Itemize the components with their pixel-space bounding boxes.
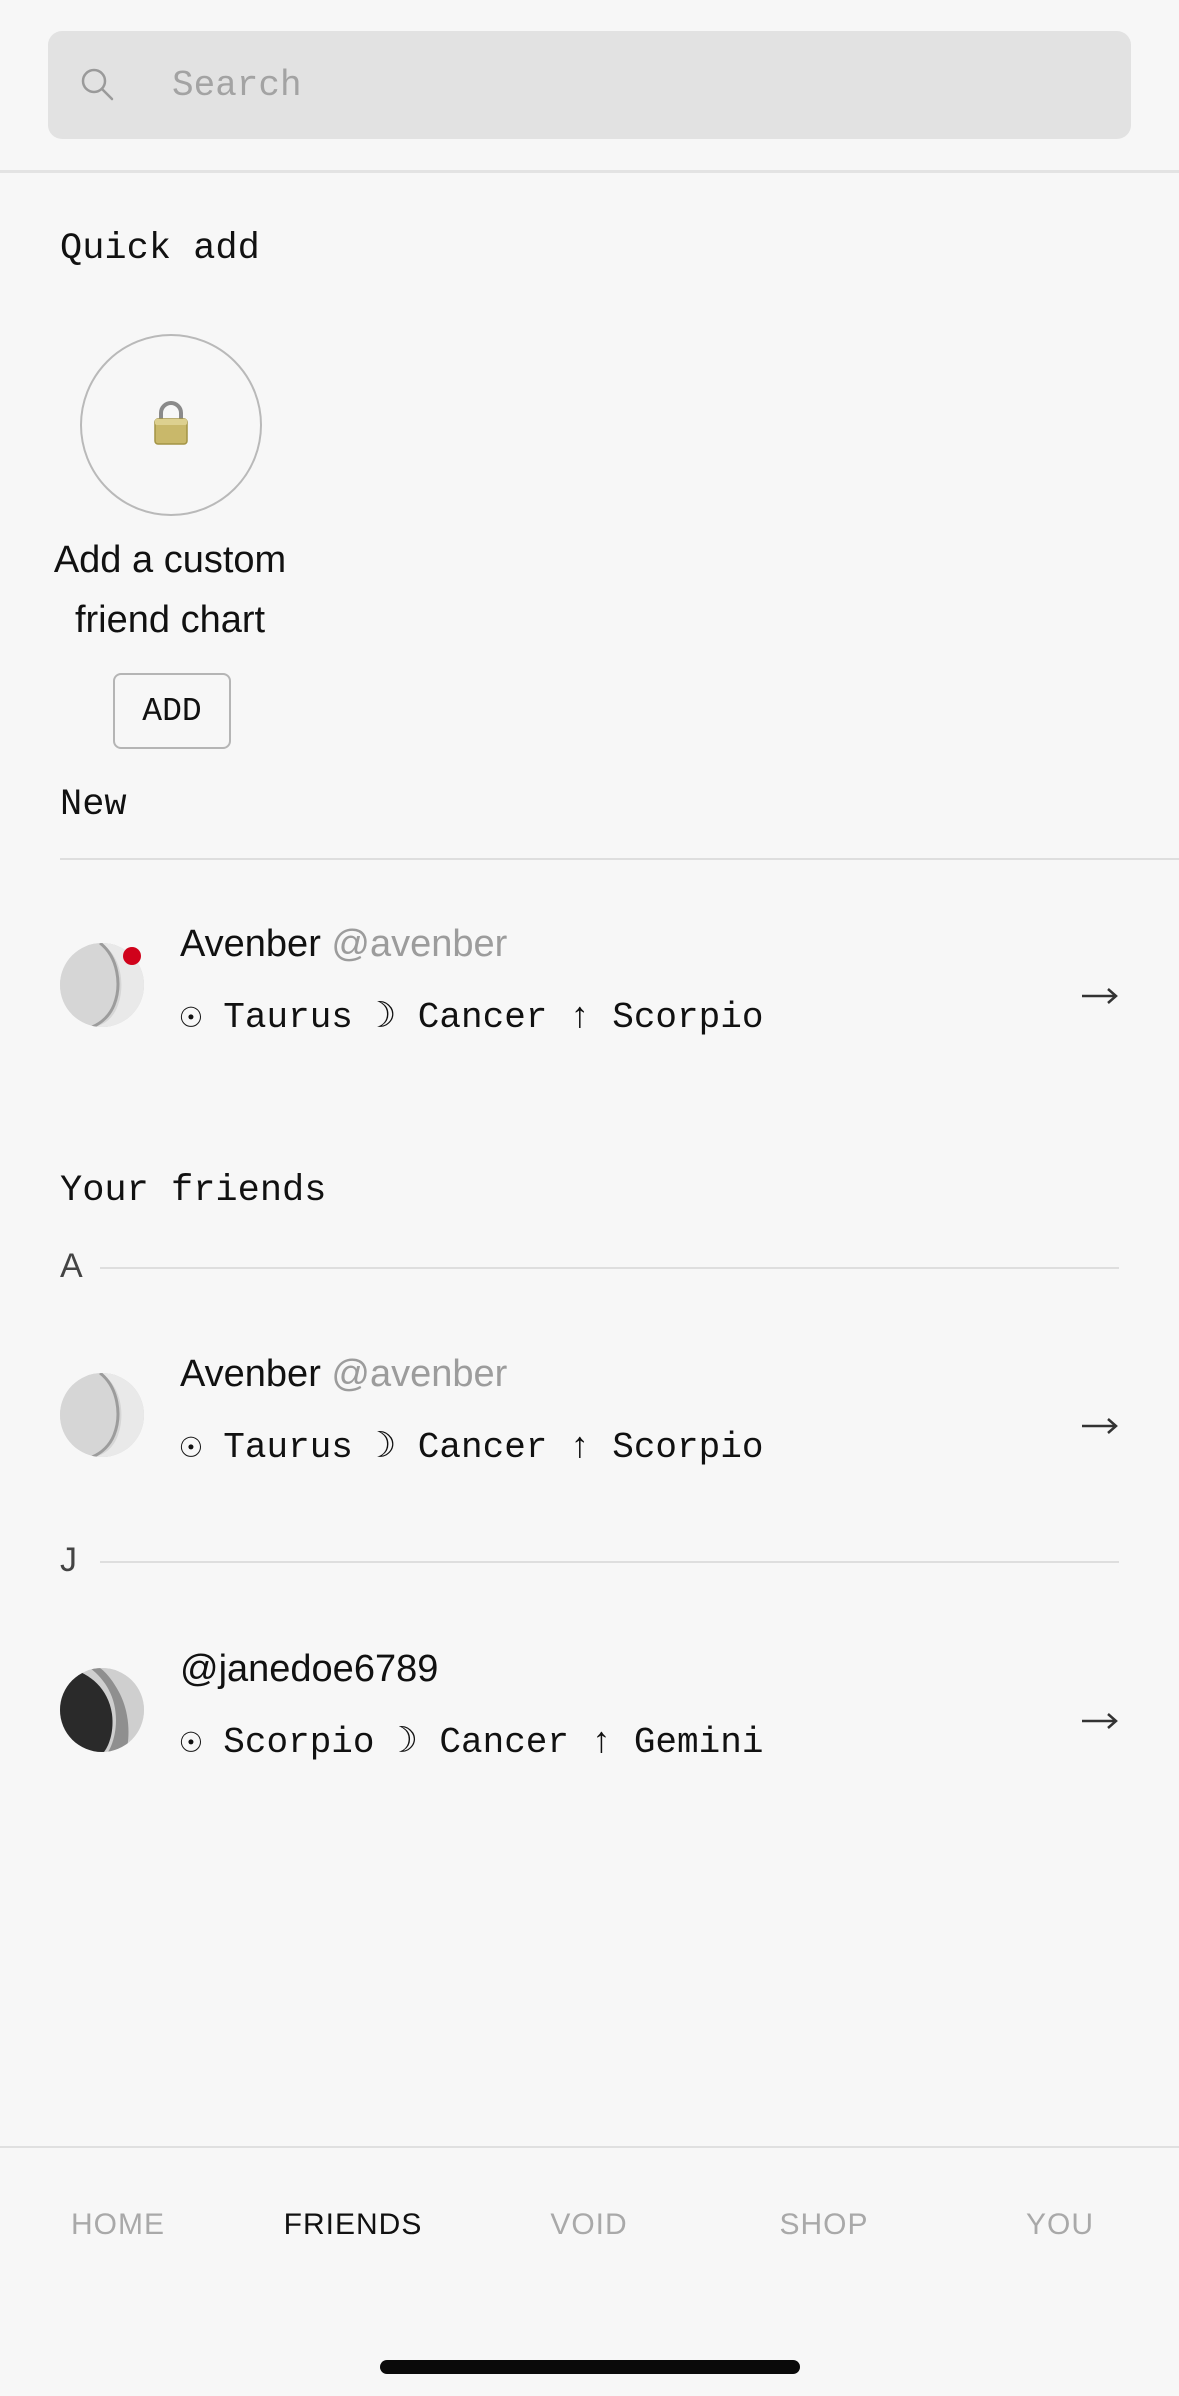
friend-signs: ☉ Taurus ☽ Cancer ↑ Scorpio (180, 997, 764, 1038)
avatar (60, 1373, 144, 1457)
friend-handle: @avenber (331, 923, 508, 965)
quick-add-title: Quick add (60, 228, 260, 270)
add-button[interactable]: ADD (113, 673, 231, 749)
alpha-header-j: J (60, 1541, 77, 1579)
quick-add-text-line2: friend chart (74, 599, 266, 641)
friend-display-name: Avenber (180, 923, 321, 965)
search-input[interactable] (172, 31, 1072, 139)
friend-handle: @avenber (331, 1353, 508, 1395)
friend-name: Avenber @avenber (180, 923, 507, 966)
friend-signs: ☉ Taurus ☽ Cancer ↑ Scorpio (180, 1427, 764, 1468)
tab-shop[interactable]: SHOP (706, 2208, 942, 2242)
quick-add-avatar[interactable] (80, 334, 262, 516)
avatar (60, 1668, 144, 1752)
list-item-janedoe6789[interactable]: @janedoe6789 ☉ Scorpio ☽ Cancer ↑ Gemini (0, 1630, 1179, 1790)
friend-signs: ☉ Scorpio ☽ Cancer ↑ Gemini (180, 1722, 764, 1763)
avatar-photo (60, 1373, 144, 1457)
list-item-new-avenber[interactable]: Avenber @avenber ☉ Taurus ☽ Cancer ↑ Sco… (0, 905, 1179, 1065)
search-icon (81, 68, 114, 101)
tab-you[interactable]: YOU (942, 2208, 1178, 2242)
friends-section-title: Your friends (60, 1170, 327, 1212)
tab-bar: HOME FRIENDS VOID SHOP YOU (0, 2146, 1179, 2396)
alpha-header-a: A (60, 1247, 83, 1285)
quick-add-description: Add a custom friend chart (30, 530, 310, 650)
unread-dot (123, 947, 141, 965)
avatar-photo (60, 1668, 144, 1752)
alpha-divider-a (100, 1267, 1119, 1269)
arrow-right-icon[interactable] (1080, 984, 1120, 1008)
friend-name: @janedoe6789 (180, 1648, 438, 1691)
search-header (0, 0, 1179, 173)
friend-name: Avenber @avenber (180, 1353, 507, 1396)
lock-icon (154, 401, 188, 445)
tab-void[interactable]: VOID (471, 2208, 707, 2242)
quick-add-text-line1: Add a custom (53, 539, 287, 581)
arrow-right-icon[interactable] (1080, 1709, 1120, 1733)
alpha-divider-j (100, 1561, 1119, 1563)
arrow-right-icon[interactable] (1080, 1414, 1120, 1438)
tab-home[interactable]: HOME (0, 2208, 236, 2242)
friend-handle: @janedoe6789 (180, 1648, 439, 1690)
friend-display-name: Avenber (180, 1353, 321, 1395)
tab-friends[interactable]: FRIENDS (235, 2208, 471, 2242)
search-bar[interactable] (48, 31, 1131, 139)
home-indicator (380, 2360, 800, 2374)
list-item-avenber[interactable]: Avenber @avenber ☉ Taurus ☽ Cancer ↑ Sco… (0, 1335, 1179, 1495)
new-divider (60, 858, 1179, 860)
new-section-title: New (60, 784, 127, 826)
